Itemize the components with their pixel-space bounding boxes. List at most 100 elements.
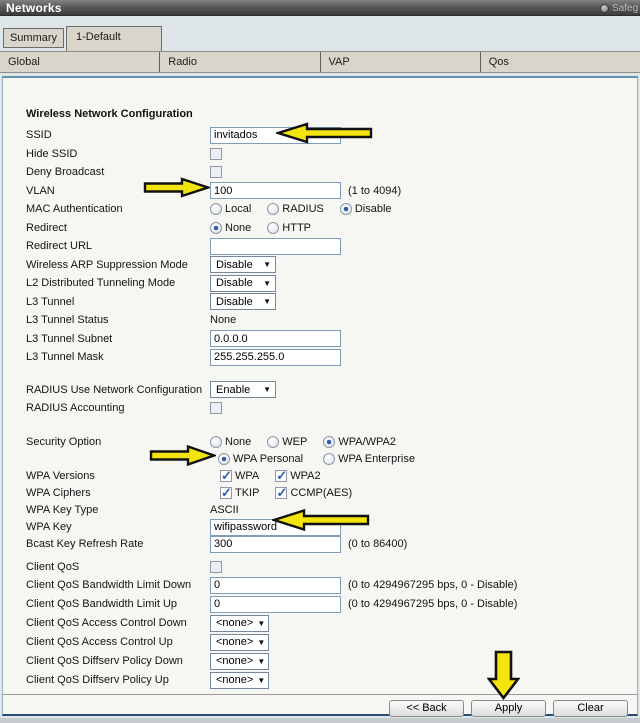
hide-ssid-checkbox[interactable] [210,148,222,160]
row-hide-ssid: Hide SSID [3,145,637,164]
mac-auth-option-disable[interactable]: Disable [340,203,392,215]
security-option-none[interactable]: None [210,436,251,448]
row-wpa-key-type: WPA Key Type ASCII [3,502,637,519]
radio-icon [210,222,222,234]
redirect-label: Redirect [26,222,210,234]
arp-suppression-label: Wireless ARP Suppression Mode [26,259,210,271]
bcast-key-refresh-input[interactable] [210,536,341,553]
row-qos-acl-down: Client QoS Access Control Down <none>▼ [3,614,637,633]
row-l3-tunnel-subnet: L3 Tunnel Subnet [3,330,637,349]
row-deny-broadcast: Deny Broadcast [3,163,637,182]
radius-use-network-label: RADIUS Use Network Configuration [26,384,210,396]
qos-acl-up-label: Client QoS Access Control Up [26,636,210,648]
tab-summary[interactable]: Summary [3,28,64,48]
l3-tunnel-subnet-input[interactable] [210,330,341,347]
row-wpa-key: WPA Key [3,519,637,536]
radius-use-network-select[interactable]: Enable▼ [210,381,276,398]
radius-accounting-label: RADIUS Accounting [26,402,210,414]
client-qos-checkbox[interactable] [210,561,222,573]
wpa-versions-wpa[interactable]: WPA [220,470,259,482]
apply-button[interactable]: Apply [471,700,546,717]
redirect-url-input[interactable] [210,238,341,255]
row-l3-tunnel-status: L3 Tunnel Status None [3,311,637,330]
redirect-option-none[interactable]: None [210,222,251,234]
radius-accounting-checkbox[interactable] [210,402,222,414]
section-tab-qos[interactable]: Qos [481,52,640,72]
row-l3-tunnel-mask: L3 Tunnel Mask [3,348,637,367]
qos-acl-down-select[interactable]: <none>▼ [210,615,269,632]
row-qos-bw-up: Client QoS Bandwidth Limit Up (0 to 4294… [3,595,637,614]
l2-tunneling-select[interactable]: Disable▼ [210,275,276,292]
row-radius-accounting: RADIUS Accounting [3,399,637,418]
footer-button-bar: << Back Apply Clear [3,694,637,717]
section-tab-global[interactable]: Global [0,52,160,72]
qos-acl-up-select[interactable]: <none>▼ [210,634,269,651]
qos-diffserv-up-label: Client QoS Diffserv Policy Up [26,674,210,686]
qos-bw-up-hint: (0 to 4294967295 bps, 0 - Disable) [348,598,517,610]
row-qos-diffserv-up: Client QoS Diffserv Policy Up <none>▼ [3,671,637,690]
qos-bw-down-label: Client QoS Bandwidth Limit Down [26,579,210,591]
radio-icon [210,436,222,448]
qos-bw-up-input[interactable] [210,596,341,613]
arp-suppression-select[interactable]: Disable▼ [210,256,276,273]
chevron-down-icon: ▼ [257,657,265,666]
wpa-key-type-value: ASCII [210,504,239,516]
redirect-url-label: Redirect URL [26,240,210,252]
l3-tunnel-mask-input[interactable] [210,349,341,366]
section-tab-bar: Global Radio VAP Qos [0,51,640,73]
bottom-strip [0,718,640,723]
clear-button[interactable]: Clear [553,700,628,717]
l3-tunnel-label: L3 Tunnel [26,296,210,308]
mac-auth-option-radius[interactable]: RADIUS [267,203,324,215]
ssid-input[interactable] [210,127,341,144]
security-option-wep[interactable]: WEP [267,436,307,448]
qos-bw-down-input[interactable] [210,577,341,594]
checkbox-icon [220,487,232,499]
section-tab-radio[interactable]: Radio [160,52,320,72]
l3-tunnel-select[interactable]: Disable▼ [210,293,276,310]
radio-icon [267,203,279,215]
row-wpa-versions: WPA Versions WPA WPA2 [3,468,637,485]
bcast-key-refresh-hint: (0 to 86400) [348,538,407,550]
title-bar: Networks Safeg [0,0,640,16]
qos-bw-up-label: Client QoS Bandwidth Limit Up [26,598,210,610]
row-qos-bw-down: Client QoS Bandwidth Limit Down (0 to 42… [3,576,637,595]
row-arp-suppression: Wireless ARP Suppression Mode Disable▼ [3,256,637,275]
mac-auth-option-local[interactable]: Local [210,203,251,215]
row-bcast-key-refresh: Bcast Key Refresh Rate (0 to 86400) [3,536,637,553]
back-button[interactable]: << Back [389,700,464,717]
wpa-key-label: WPA Key [26,521,210,533]
vlan-input[interactable] [210,182,341,199]
client-qos-label: Client QoS [26,561,210,573]
row-qos-diffserv-down: Client QoS Diffserv Policy Down <none>▼ [3,652,637,671]
wpa-versions-wpa2[interactable]: WPA2 [275,470,320,482]
status-label: Safeg [612,3,638,14]
wpa-ciphers-ccmp[interactable]: CCMP(AES) [275,487,352,499]
qos-diffserv-up-select[interactable]: <none>▼ [210,672,269,689]
wpa-ciphers-label: WPA Ciphers [26,487,210,499]
section-tab-vap[interactable]: VAP [321,52,481,72]
row-wpa-ciphers: WPA Ciphers TKIP CCMP(AES) [3,485,637,502]
wpa-mode-personal[interactable]: WPA Personal [218,453,303,465]
wpa-mode-enterprise[interactable]: WPA Enterprise [323,453,415,465]
radio-icon [323,453,335,465]
chevron-down-icon: ▼ [263,385,271,394]
tab-1-default[interactable]: 1-Default [66,26,162,51]
vlan-label: VLAN [26,185,210,197]
row-redirect: Redirect None HTTP [3,219,637,238]
qos-bw-down-hint: (0 to 4294967295 bps, 0 - Disable) [348,579,517,591]
l3-tunnel-subnet-label: L3 Tunnel Subnet [26,333,210,345]
row-radius-use-network: RADIUS Use Network Configuration Enable▼ [3,381,637,400]
deny-broadcast-checkbox[interactable] [210,166,222,178]
security-option-label: Security Option [26,436,210,448]
radio-icon [267,436,279,448]
security-option-wpa-wpa2[interactable]: WPA/WPA2 [323,436,396,448]
chevron-down-icon: ▼ [257,638,265,647]
wpa-key-input[interactable] [210,519,341,536]
wpa-ciphers-tkip[interactable]: TKIP [220,487,259,499]
redirect-option-http[interactable]: HTTP [267,222,311,234]
deny-broadcast-label: Deny Broadcast [26,166,210,178]
form-section-title: Wireless Network Configuration [3,108,637,126]
qos-diffserv-down-select[interactable]: <none>▼ [210,653,269,670]
l3-tunnel-status-label: L3 Tunnel Status [26,314,210,326]
